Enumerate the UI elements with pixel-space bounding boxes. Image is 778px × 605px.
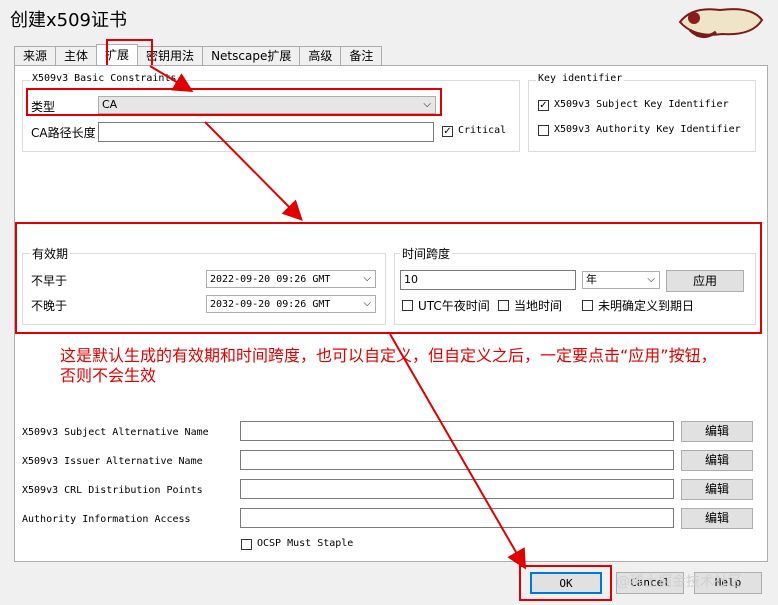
annotation-arrows — [149, 65, 527, 570]
arrow-type-to-validity — [204, 121, 303, 221]
arrow-tab-to-type — [149, 65, 194, 93]
arrow-validity-to-ok — [389, 333, 527, 570]
